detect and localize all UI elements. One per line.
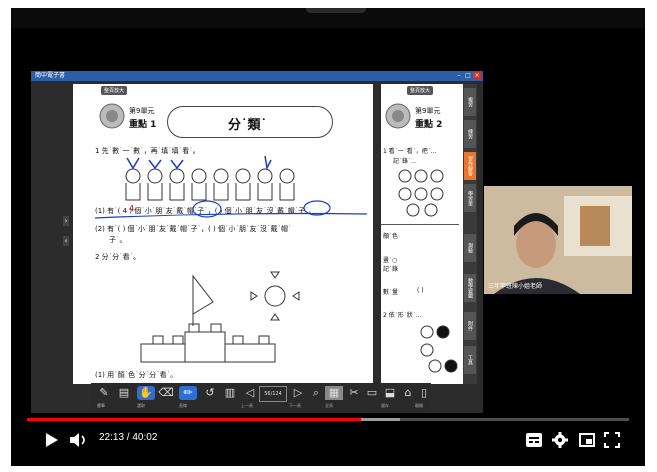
unit-label-right: 第9單元 xyxy=(415,107,441,115)
page-indicator[interactable]: 56/124 xyxy=(259,386,287,402)
row-record-label: 畫˙○ 記˙錄 xyxy=(383,257,399,273)
close-icon[interactable]: × xyxy=(473,72,481,80)
zoom-page-tag[interactable]: 整頁放大 xyxy=(101,86,128,95)
tool-caption: 下一頁 xyxy=(289,403,301,408)
ebook-toolbar: ✎ ▤ ✋ ⌫ ✏ ↺ ▥ ◁ 56/124 ▷ ⌕ ▦ ✂ ▭ ⬓ ⌂ ▯ 畫… xyxy=(91,383,431,413)
volume-icon[interactable] xyxy=(69,432,89,448)
progress-bar[interactable] xyxy=(27,418,629,421)
select-tool-icon[interactable]: ✋ xyxy=(137,386,155,400)
next-icon[interactable]: ▷ xyxy=(289,386,307,400)
side-tab-3[interactable]: 學習單 xyxy=(464,184,476,212)
settings-icon[interactable] xyxy=(552,432,568,448)
page-title: 分˙類˙ xyxy=(228,118,268,133)
row-count-label: 數˙量 xyxy=(383,289,399,296)
time-display: 22:13 / 40:02 xyxy=(99,432,158,443)
subtitles-icon[interactable] xyxy=(526,433,542,447)
side-tabs: 複習 練習 習作解答 學習單 測驗 數學遊戲 附件 工具 xyxy=(463,84,477,384)
miniplayer-icon[interactable] xyxy=(579,433,595,447)
row-color-label: 顏˙色 xyxy=(383,233,399,240)
highlighter-icon[interactable]: ▤ xyxy=(115,386,133,400)
fullscreen-icon[interactable] xyxy=(604,432,620,448)
pen-tool-icon[interactable]: ✎ xyxy=(95,386,113,400)
webcam-overlay: 三年甲班陳小姐老師 xyxy=(484,186,632,294)
grid-icon[interactable]: ▦ xyxy=(325,386,343,400)
zoom-icon[interactable]: ⌕ xyxy=(307,386,325,400)
zoom-page-tag-right[interactable]: 整頁放大 xyxy=(407,86,434,95)
undo-icon[interactable]: ↺ xyxy=(201,386,219,400)
side-tab-5[interactable]: 數學遊戲 xyxy=(464,274,476,302)
circles-illustration xyxy=(420,325,458,373)
crop-icon[interactable]: ✂ xyxy=(345,386,363,400)
point-label-right: 重點 2 xyxy=(415,120,443,130)
unit-label: 第9單元 xyxy=(129,107,155,115)
svg-text:4: 4 xyxy=(129,204,134,213)
video-player[interactable]: 簡中電子書 – □ × › ‹ 整頁放大 第9單元 重點 1 分˙類˙ 1 先˙… xyxy=(11,8,645,466)
textbook-right-page: 整頁放大 第9單元 重點 2 1 看˙一˙看˙，把˙... 記˙錄˙... 顏˙… xyxy=(381,84,463,384)
player-controls: 22:13 / 40:02 xyxy=(11,426,645,454)
side-tab-1[interactable]: 練習 xyxy=(464,120,476,148)
webcam-name-label: 三年甲班陳小姐老師 xyxy=(488,283,543,290)
side-tab-2[interactable]: 習作解答 xyxy=(464,152,476,180)
record-table: 顏˙色 畫˙○ 記˙錄 數˙量 ( ) xyxy=(381,224,459,305)
side-tab-4[interactable]: 測驗 xyxy=(464,234,476,262)
window-title-bar: 簡中電子書 – □ × xyxy=(31,71,483,81)
unit-badge-icon xyxy=(99,103,125,129)
top-notch xyxy=(306,8,366,13)
answer-line-2b: 子˙。 xyxy=(109,236,127,244)
player-top-bar xyxy=(11,8,645,28)
tool-caption: 上一頁 xyxy=(241,403,253,408)
right-question-1b: 記˙錄˙... xyxy=(393,158,417,165)
children-illustration xyxy=(125,156,295,201)
side-tab-6[interactable]: 附件 xyxy=(464,312,476,340)
question-1: 1 先˙數˙一˙數˙，再˙填˙填˙看˙。 xyxy=(95,147,200,155)
prev-icon[interactable]: ◁ xyxy=(241,386,259,400)
side-tab-0[interactable]: 複習 xyxy=(464,88,476,116)
textbook-left-page: 整頁放大 第9單元 重點 1 分˙類˙ 1 先˙數˙一˙數˙，再˙填˙填˙看˙。 xyxy=(73,84,373,384)
right-question-1: 1 看˙一˙看˙，把˙... xyxy=(383,148,437,155)
right-question-2: 2 依˙形˙狀˙... xyxy=(383,312,422,319)
next-page-arrow[interactable]: ‹ xyxy=(63,236,69,246)
line-tool-icon[interactable]: ✏ xyxy=(179,386,197,400)
point-label: 重點 1 xyxy=(129,120,157,130)
row-count-value: ( ) xyxy=(417,287,424,294)
maximize-icon[interactable]: □ xyxy=(464,72,472,80)
tool-caption: 選取 xyxy=(137,403,145,408)
shared-screen-window: 簡中電子書 – □ × › ‹ 整頁放大 第9單元 重點 1 分˙類˙ 1 先˙… xyxy=(31,71,483,413)
trash-icon[interactable]: ▥ xyxy=(221,386,239,400)
exit-icon[interactable]: ▯ xyxy=(415,386,433,400)
tool-caption: 儲存 xyxy=(381,403,389,408)
question-3: (1) 用˙顏˙色˙分˙分˙看˙。 xyxy=(95,371,178,379)
pen-annotations: 4 xyxy=(94,200,368,219)
title-pill: 分˙類˙ xyxy=(167,106,333,138)
unit-badge-icon xyxy=(385,103,411,129)
tool-caption: 畫筆 xyxy=(97,403,105,408)
whiteboard-icon[interactable]: ▭ xyxy=(363,386,381,400)
side-tab-7[interactable]: 工具 xyxy=(464,346,476,374)
webcam-feed xyxy=(484,186,632,294)
tool-caption: 直線 xyxy=(179,403,187,408)
prev-page-arrow[interactable]: › xyxy=(63,216,69,226)
question-2: 2 分˙分˙看˙。 xyxy=(95,253,141,261)
answer-line-2: (2) 有˙( ) 個˙小˙朋˙友˙戴˙帽˙子˙，( ) 個˙小˙朋˙友˙沒˙戴… xyxy=(95,225,292,233)
bells-illustration xyxy=(398,169,444,217)
save-icon[interactable]: ⬓ xyxy=(381,386,399,400)
minimize-icon[interactable]: – xyxy=(455,72,463,80)
play-icon[interactable] xyxy=(45,432,59,448)
shapes-illustration xyxy=(140,271,300,363)
eraser-icon[interactable]: ⌫ xyxy=(157,386,175,400)
window-title: 簡中電子書 xyxy=(35,72,66,79)
progress-played xyxy=(27,418,362,421)
tool-caption: 全頁 xyxy=(325,403,333,408)
tool-caption: 離開 xyxy=(415,403,423,408)
